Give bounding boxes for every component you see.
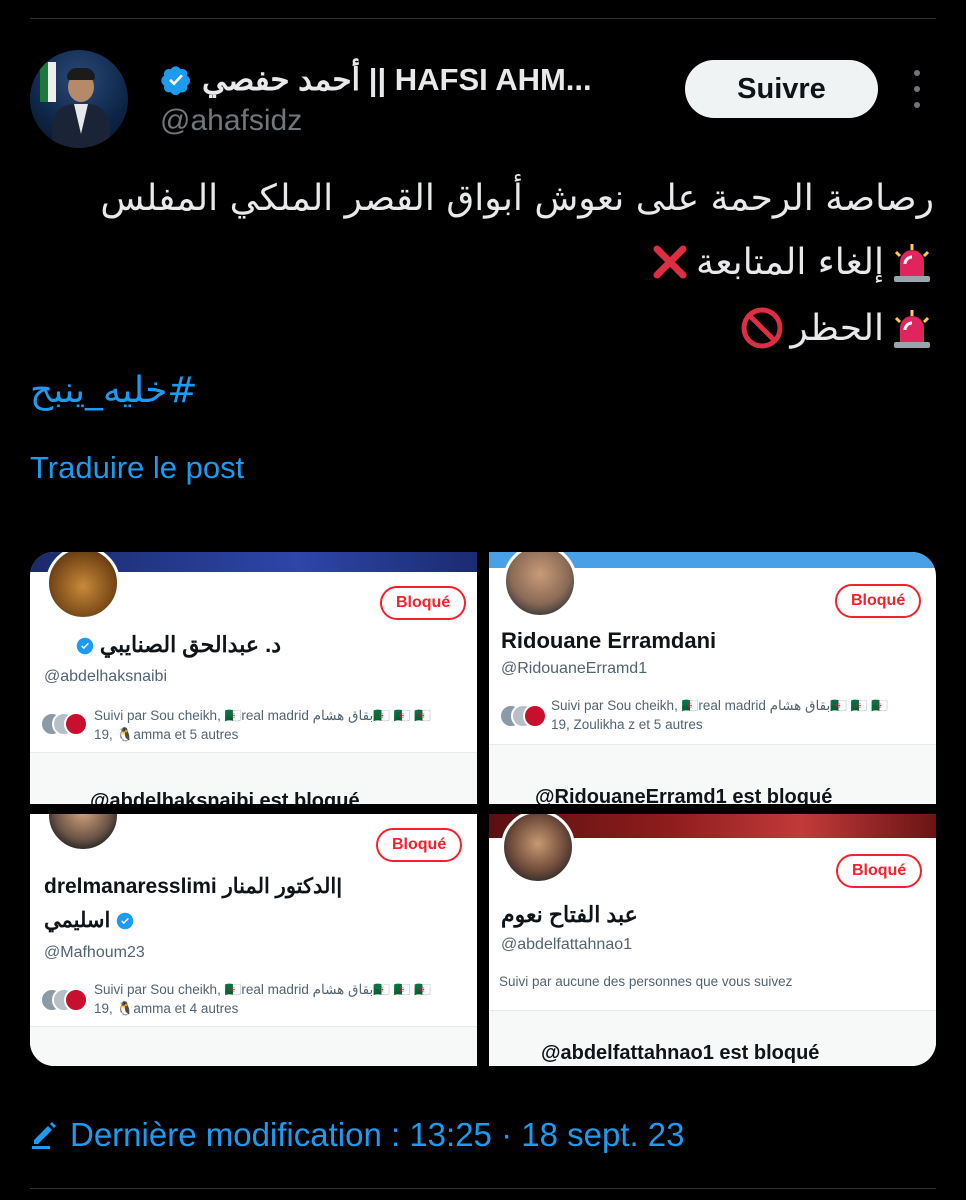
followers-avatars: [40, 988, 90, 1012]
author-name-row[interactable]: أحمد حفصي || HAFSI AHM...: [160, 58, 660, 102]
blocked-badge[interactable]: Bloqué: [836, 854, 923, 888]
tweet-text-line-1: رصاصة الرحمة على نعوش أبواق القصر الملكي…: [100, 178, 934, 219]
profile-name: Ridouane Erramdani: [501, 628, 717, 653]
followed-by-line-1: Suivi par Sou cheikh, 🇩🇿real madrid بقاق…: [551, 698, 889, 713]
profile-avatar: [503, 552, 577, 618]
blocked-badge[interactable]: Bloqué: [380, 586, 467, 620]
followers-avatars: [40, 712, 90, 736]
cross-mark-icon: [653, 245, 687, 279]
verified-badge-icon: [116, 912, 134, 930]
card-footer: [30, 1027, 477, 1066]
attached-images-grid[interactable]: Bloqué د. عبدالحق الصنايبي @abdelhaksnai…: [30, 552, 936, 1066]
profile-name-text: د. عبدالحق الصنايبي: [99, 632, 281, 657]
edit-history-text[interactable]: Dernière modification : 13:25 · 18 sept.…: [70, 1116, 685, 1154]
followed-by-line-2: 19, 🐧amma et 4 autres: [94, 1001, 239, 1016]
followed-by-line-2: 19, 🐧amma et 5 autres: [94, 727, 239, 742]
siren-icon: [894, 310, 930, 348]
blocked-profile-card[interactable]: Bloqué Ridouane Erramdani @RidouaneErram…: [489, 552, 936, 804]
blocked-notice: @abdelfattahnao1 est bloqué: [541, 1042, 820, 1064]
tweet-text-line-3: الحظر: [740, 306, 934, 350]
followers-avatars: [499, 704, 549, 728]
followed-by-text: Suivi par aucune des personnes que vous …: [499, 974, 793, 989]
blocked-profile-card[interactable]: Bloqué د. عبدالحق الصنايبي @abdelhaksnai…: [30, 552, 477, 804]
verified-badge-icon: [161, 66, 190, 95]
profile-handle: @RidouaneErramd1: [501, 660, 648, 677]
hashtag-link[interactable]: #خليه_ينبح: [30, 370, 197, 411]
profile-name-line-1: drelmanaresslimi الدكتور المنار|: [44, 875, 343, 898]
bottom-divider: [30, 1188, 936, 1189]
siren-icon: [894, 244, 930, 282]
followed-by-line-1: Suivi par Sou cheikh, 🇩🇿real madrid بقاق…: [94, 982, 432, 997]
profile-handle: @Mafhoum23: [44, 944, 145, 961]
profile-avatar: [501, 814, 575, 884]
followed-by-text: Suivi par Sou cheikh, 🇩🇿real madrid بقاق…: [551, 696, 926, 734]
profile-handle: @abdelhaksnaibi: [44, 668, 167, 685]
profile-avatar: [46, 814, 120, 852]
profile-avatar: [46, 552, 120, 620]
pencil-icon: [32, 1122, 56, 1149]
tweet-text-line-2: إلغاء المتابعة: [650, 240, 934, 284]
edit-history-link[interactable]: Dernière modification : 13:25 · 18 sept.…: [30, 1116, 685, 1154]
top-divider: [30, 18, 936, 19]
verified-badge-icon: [76, 637, 93, 655]
blocked-profile-card[interactable]: Bloqué drelmanaresslimi الدكتور المنار| …: [30, 814, 477, 1066]
blocked-profile-card[interactable]: Bloqué عبد الفتاح نعوم @abdelfattahnao1 …: [489, 814, 936, 1066]
author-avatar[interactable]: [30, 50, 128, 148]
author-display-name[interactable]: أحمد حفصي || HAFSI AHM...: [202, 62, 592, 98]
unfollow-text: إلغاء المتابعة: [696, 241, 884, 283]
author-handle[interactable]: @ahafsidz: [160, 104, 302, 138]
followed-by-text: Suivi par Sou cheikh, 🇩🇿real madrid بقاق…: [94, 980, 464, 1018]
block-text: الحظر: [790, 307, 884, 349]
translate-post-link[interactable]: Traduire le post: [30, 450, 244, 486]
blocked-notice: @abdelhaksnaibi est bloqué: [90, 790, 360, 804]
blocked-badge[interactable]: Bloqué: [835, 584, 922, 618]
profile-name-line-2: اسليمي: [44, 908, 134, 933]
blocked-notice: @RidouaneErramd1 est bloqué: [535, 786, 833, 804]
followed-by-line-1: Suivi par Sou cheikh, 🇩🇿real madrid بقاق…: [94, 708, 432, 723]
profile-name-text: اسليمي: [44, 909, 111, 932]
profile-name: د. عبدالحق الصنايبي: [76, 632, 281, 658]
blocked-badge[interactable]: Bloqué: [376, 828, 463, 862]
more-options-icon[interactable]: [905, 70, 929, 108]
profile-handle: @abdelfattahnao1: [501, 936, 633, 953]
follow-button[interactable]: Suivre: [685, 60, 878, 118]
no-entry-icon: [741, 307, 783, 349]
profile-name: عبد الفتاح نعوم: [501, 902, 638, 927]
followed-by-text: Suivi par Sou cheikh, 🇩🇿real madrid بقاق…: [94, 706, 464, 744]
followed-by-line-2: 19, Zoulikha z et 5 autres: [551, 717, 703, 732]
